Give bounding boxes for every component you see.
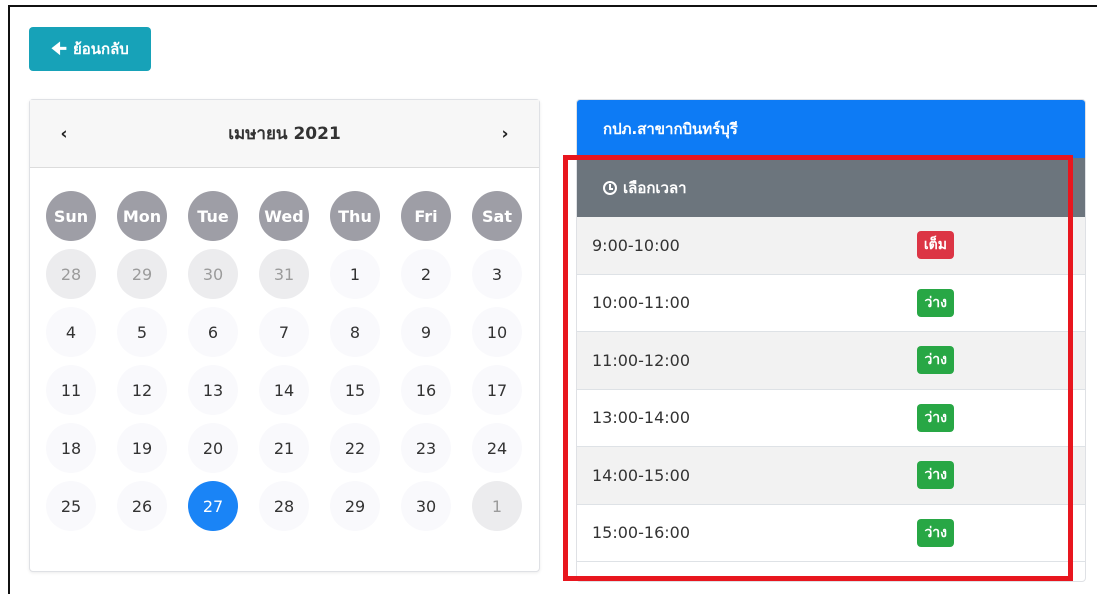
select-time-label: เลือกเวลา <box>623 178 687 197</box>
time-slot-time: 13:00-14:00 <box>592 408 690 428</box>
calendar-day[interactable]: 24 <box>472 423 522 473</box>
time-slot-time: 10:00-11:00 <box>592 293 690 313</box>
calendar-day[interactable]: 8 <box>330 307 380 357</box>
calendar-day-selected[interactable]: 27 <box>188 481 238 531</box>
weekday-header-sun: Sun <box>46 191 96 241</box>
time-slot-row[interactable]: 11:00-12:00 ว่าง <box>577 332 1085 390</box>
calendar-day[interactable]: 26 <box>117 481 167 531</box>
status-badge-available: ว่าง <box>917 346 954 375</box>
select-time-header: เลือกเวลา <box>577 158 1085 217</box>
calendar-day[interactable]: 12 <box>117 365 167 415</box>
calendar-day[interactable]: 28 <box>259 481 309 531</box>
back-button[interactable]: 🠈 ย้อนกลับ <box>29 27 151 71</box>
frame-border-left <box>8 5 10 594</box>
time-slot-panel: กปภ.สาขากบินทร์บุรี เลือกเวลา 9:00-10:00… <box>576 99 1086 582</box>
prev-month-button[interactable]: ‹ <box>54 124 74 144</box>
status-badge-available: ว่าง <box>917 403 954 432</box>
calendar-day[interactable]: 2 <box>401 249 451 299</box>
clock-icon <box>603 180 617 195</box>
calendar-day[interactable]: 18 <box>46 423 96 473</box>
calendar-day[interactable]: 19 <box>117 423 167 473</box>
arrow-left-icon: 🠈 <box>51 38 67 59</box>
calendar-day[interactable]: 11 <box>46 365 96 415</box>
calendar-day[interactable]: 9 <box>401 307 451 357</box>
time-slot-row[interactable]: 10:00-11:00 ว่าง <box>577 274 1085 332</box>
time-slot-time: 14:00-15:00 <box>592 465 690 485</box>
branch-header: กปภ.สาขากบินทร์บุรี <box>577 100 1085 158</box>
weekday-header-tue: Tue <box>188 191 238 241</box>
weekday-header-fri: Fri <box>401 191 451 241</box>
time-slot-row[interactable]: 14:00-15:00 ว่าง <box>577 447 1085 505</box>
calendar-day[interactable]: 25 <box>46 481 96 531</box>
status-badge-available: ว่าง <box>917 288 954 317</box>
calendar-day[interactable]: 3 <box>472 249 522 299</box>
calendar-day[interactable]: 21 <box>259 423 309 473</box>
time-slot-list: 9:00-10:00 เต็ม 10:00-11:00 ว่าง 11:00-12:00… <box>577 217 1085 562</box>
time-slot-time: 9:00-10:00 <box>592 235 680 255</box>
calendar-day[interactable]: 16 <box>401 365 451 415</box>
calendar-day[interactable]: 13 <box>188 365 238 415</box>
calendar-day[interactable]: 4 <box>46 307 96 357</box>
branch-name: กปภ.สาขากบินทร์บุรี <box>603 120 738 138</box>
time-slot-row[interactable]: 9:00-10:00 เต็ม <box>577 217 1085 275</box>
next-month-button[interactable]: › <box>495 124 515 144</box>
calendar-day[interactable]: 20 <box>188 423 238 473</box>
calendar: ‹ เมษายน 2021 › Sun Mon Tue Wed Thu Fri Sat 28 2… <box>29 99 540 572</box>
calendar-day[interactable]: 22 <box>330 423 380 473</box>
calendar-header: ‹ เมษายน 2021 › <box>30 100 539 168</box>
calendar-day[interactable]: 31 <box>259 249 309 299</box>
calendar-day[interactable]: 6 <box>188 307 238 357</box>
status-badge-available: ว่าง <box>917 518 954 547</box>
calendar-day[interactable]: 23 <box>401 423 451 473</box>
weekday-header-sat: Sat <box>472 191 522 241</box>
status-badge-available: ว่าง <box>917 461 954 490</box>
time-slot-row[interactable]: 13:00-14:00 ว่าง <box>577 389 1085 447</box>
calendar-day[interactable]: 10 <box>472 307 522 357</box>
calendar-day[interactable]: 29 <box>117 249 167 299</box>
calendar-day[interactable]: 5 <box>117 307 167 357</box>
calendar-day[interactable]: 30 <box>401 481 451 531</box>
calendar-day[interactable]: 7 <box>259 307 309 357</box>
weekday-header-mon: Mon <box>117 191 167 241</box>
calendar-day[interactable]: 30 <box>188 249 238 299</box>
calendar-day[interactable]: 29 <box>330 481 380 531</box>
calendar-day[interactable]: 14 <box>259 365 309 415</box>
calendar-day[interactable]: 1 <box>330 249 380 299</box>
calendar-day[interactable]: 28 <box>46 249 96 299</box>
weekday-header-wed: Wed <box>259 191 309 241</box>
calendar-month-title: เมษายน 2021 <box>228 124 341 144</box>
back-button-label: ย้อนกลับ <box>72 40 129 58</box>
time-slot-time: 15:00-16:00 <box>592 523 690 543</box>
time-slot-row[interactable]: 15:00-16:00 ว่าง <box>577 504 1085 562</box>
calendar-day[interactable]: 1 <box>472 481 522 531</box>
frame-border-top <box>8 5 1097 7</box>
weekday-header-thu: Thu <box>330 191 380 241</box>
status-badge-full: เต็ม <box>916 231 954 260</box>
time-slot-time: 11:00-12:00 <box>592 350 690 370</box>
calendar-day[interactable]: 17 <box>472 365 522 415</box>
calendar-day[interactable]: 15 <box>330 365 380 415</box>
calendar-grid: Sun Mon Tue Wed Thu Fri Sat 28 29 30 31 1 2 3 4 5 6 7 8 9 10… <box>46 191 522 531</box>
